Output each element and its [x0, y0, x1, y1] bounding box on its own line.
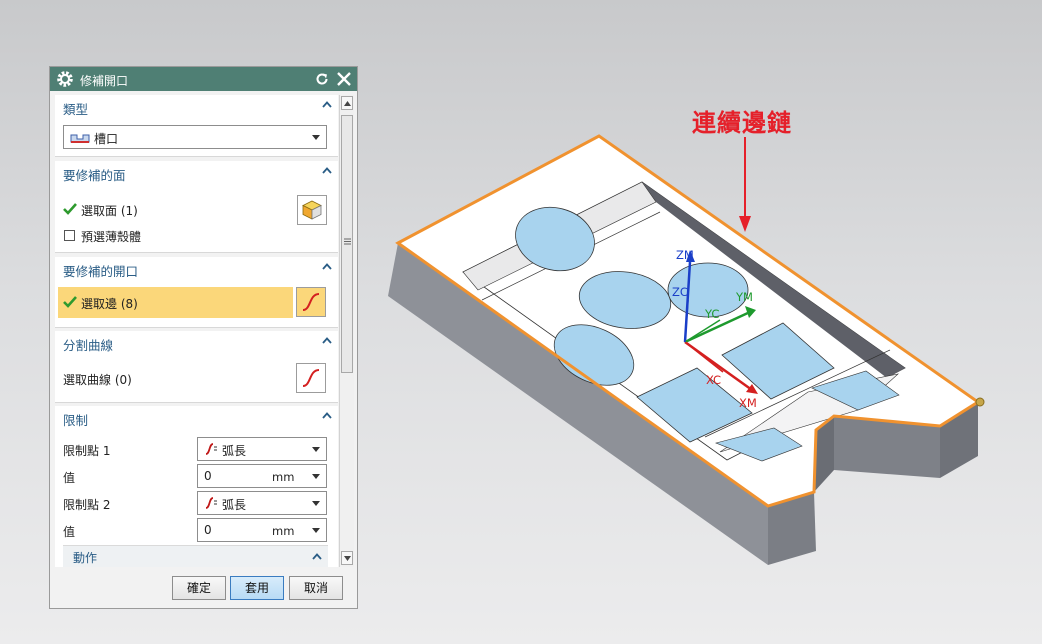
chevron-up-icon[interactable]: [312, 553, 322, 560]
chevron-up-icon[interactable]: [322, 412, 332, 419]
group-faces-header[interactable]: 要修補的面: [63, 165, 126, 184]
grip-icon: [344, 238, 351, 245]
chevron-up-icon[interactable]: [322, 337, 332, 344]
select-edge-button[interactable]: [296, 287, 326, 317]
select-face-button[interactable]: [297, 195, 327, 225]
limit-point-2-label: 限制點 2: [63, 498, 111, 512]
type-dropdown[interactable]: 槽口: [63, 125, 327, 149]
cancel-button[interactable]: 取消: [289, 576, 343, 600]
axis-label-zc: ZC: [672, 285, 688, 299]
scroll-down-icon: [344, 556, 351, 561]
scroll-down-button[interactable]: [341, 551, 353, 565]
arc-length-icon: [205, 497, 217, 509]
dropdown-arrow-icon: [312, 135, 320, 140]
dialog-scrollbar[interactable]: [339, 95, 354, 567]
action-subgroup-header[interactable]: 動作: [63, 545, 328, 567]
limit-point-1-label: 限制點 1: [63, 444, 111, 458]
group-opening-header[interactable]: 要修補的開口: [63, 261, 138, 280]
dialog-body: 類型 槽口 要修補的面 選取面 (1) 預選薄殼體 要修補的開口 選取邊 (8)…: [55, 95, 338, 567]
slot-type-icon: [70, 134, 90, 143]
checkmark-icon: [63, 296, 77, 308]
chevron-up-icon[interactable]: [322, 167, 332, 174]
dropdown-arrow-icon: [312, 474, 320, 479]
dropdown-arrow-icon: [312, 501, 320, 506]
ok-button[interactable]: 確定: [172, 576, 226, 600]
group-faces: 要修補的面 選取面 (1) 預選薄殼體: [55, 161, 338, 253]
limit-point-2-dropdown[interactable]: 弧長: [197, 491, 327, 515]
group-split-curve: 分割曲線 選取曲線 (0): [55, 331, 338, 403]
action-subgroup-title: 動作: [73, 551, 98, 565]
curve-icon: [302, 293, 320, 311]
value-1-input[interactable]: 0 mm: [197, 464, 327, 488]
axis-label-xm: XM: [739, 396, 757, 410]
axis-label-ym: YM: [736, 290, 753, 304]
preselect-shell-checkbox[interactable]: [64, 230, 75, 241]
scroll-up-icon: [344, 101, 351, 106]
group-opening: 要修補的開口 選取邊 (8): [55, 257, 338, 328]
select-curve-label[interactable]: 選取曲線 (0): [63, 371, 132, 388]
part-body: [388, 134, 985, 565]
value-1-number: 0: [204, 469, 212, 483]
type-dropdown-value: 槽口: [94, 132, 119, 146]
apply-button[interactable]: 套用: [230, 576, 284, 600]
gear-icon[interactable]: [56, 70, 74, 88]
chevron-up-icon[interactable]: [322, 263, 332, 270]
group-limits: 限制 限制點 1 弧長 值 0 mm 限制點 2 弧長 值 0 mm 動作: [55, 406, 338, 567]
group-limits-header[interactable]: 限制: [63, 410, 88, 429]
group-type-header[interactable]: 類型: [63, 99, 88, 118]
axis-label-zm: ZM: [676, 248, 694, 262]
dialog-title: 修補開口: [80, 74, 129, 88]
axis-label-xc: XC: [706, 373, 722, 387]
value-2-input[interactable]: 0 mm: [197, 518, 327, 542]
scroll-thumb[interactable]: [341, 115, 353, 373]
checkmark-icon: [63, 203, 77, 215]
select-face-label[interactable]: 選取面 (1): [81, 202, 138, 219]
dropdown-arrow-icon: [312, 528, 320, 533]
callout-label: 連續邊鏈: [692, 108, 792, 137]
limit-point-1-value: 弧長: [222, 444, 247, 458]
value-1-unit: mm: [272, 470, 295, 484]
curve-icon: [302, 369, 320, 387]
limit-point-2-value: 弧長: [222, 498, 247, 512]
select-edge-label: 選取邊 (8): [81, 297, 138, 311]
arc-length-icon: [205, 443, 217, 455]
group-type: 類型 槽口: [55, 95, 338, 157]
close-icon[interactable]: [335, 70, 353, 88]
scroll-up-button[interactable]: [341, 96, 353, 110]
select-curve-button[interactable]: [296, 363, 326, 393]
chevron-up-icon[interactable]: [322, 101, 332, 108]
solid-face-icon: [302, 200, 322, 220]
value-1-label: 值: [63, 471, 76, 485]
patch-opening-dialog: 修補開口 類型 槽口 要修補的面 選取面 (1) 預選薄殼體 要修補的開口 選取…: [49, 66, 358, 609]
limit-point-1-dropdown[interactable]: 弧長: [197, 437, 327, 461]
preselect-shell-label: 預選薄殼體: [81, 230, 142, 244]
csys-triad: [683, 250, 758, 394]
group-split-header[interactable]: 分割曲線: [63, 335, 113, 354]
value-2-label: 值: [63, 525, 76, 539]
dialog-titlebar: 修補開口: [50, 67, 357, 91]
dropdown-arrow-icon: [312, 447, 320, 452]
value-2-number: 0: [204, 523, 212, 537]
axis-label-yc: YC: [705, 307, 720, 321]
reset-icon[interactable]: [313, 70, 331, 88]
callout-arrow: [739, 137, 751, 232]
value-2-unit: mm: [272, 524, 295, 538]
